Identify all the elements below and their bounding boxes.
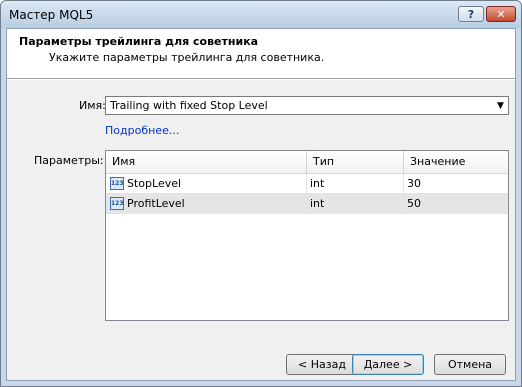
page-title: Параметры трейлинга для советника bbox=[19, 35, 259, 48]
int-param-icon: 123 bbox=[110, 177, 124, 190]
param-type-cell: int bbox=[307, 194, 404, 213]
wizard-window: Мастер MQL5 ? ✕ Параметры трейлинга для … bbox=[0, 0, 522, 387]
page-subtitle: Укажите параметры трейлинга для советник… bbox=[49, 51, 325, 64]
param-value-cell[interactable]: 30 bbox=[404, 174, 508, 193]
param-type-cell: int bbox=[307, 174, 404, 193]
param-name-cell[interactable]: 123 StopLevel bbox=[106, 174, 307, 193]
trailing-name-value: Trailing with fixed Stop Level bbox=[110, 99, 268, 112]
int-param-icon: 123 bbox=[110, 197, 124, 210]
close-icon: ✕ bbox=[496, 7, 506, 21]
param-name: StopLevel bbox=[127, 177, 182, 190]
help-icon: ? bbox=[467, 7, 475, 21]
help-button[interactable]: ? bbox=[458, 6, 484, 22]
param-name: ProfitLevel bbox=[127, 197, 185, 210]
dialog-body: Параметры трейлинга для советника Укажит… bbox=[6, 28, 516, 381]
table-row[interactable]: 123 ProfitLevel int 50 bbox=[106, 194, 508, 214]
parameters-label: Параметры: bbox=[34, 154, 104, 167]
close-button[interactable]: ✕ bbox=[486, 6, 516, 22]
parameters-table[interactable]: Имя Тип Значение 123 StopLevel int 30 12… bbox=[105, 150, 509, 321]
chevron-down-icon[interactable]: ▼ bbox=[493, 97, 508, 114]
trailing-name-select[interactable]: Trailing with fixed Stop Level ▼ bbox=[105, 96, 509, 115]
next-button[interactable]: Далее > bbox=[352, 354, 424, 375]
table-header: Имя Тип Значение bbox=[106, 151, 508, 174]
param-value-cell[interactable]: 50 bbox=[404, 194, 508, 213]
back-button[interactable]: < Назад bbox=[286, 354, 358, 375]
title-bar[interactable]: Мастер MQL5 ? ✕ bbox=[1, 1, 521, 28]
column-header-name[interactable]: Имя bbox=[106, 151, 307, 173]
more-info-link[interactable]: Подробнее... bbox=[105, 124, 179, 137]
column-header-type[interactable]: Тип bbox=[307, 151, 404, 173]
table-row[interactable]: 123 StopLevel int 30 bbox=[106, 174, 508, 194]
column-header-value[interactable]: Значение bbox=[404, 151, 508, 173]
header-divider bbox=[7, 79, 515, 80]
name-label: Имя: bbox=[79, 99, 106, 112]
cancel-button[interactable]: Отмена bbox=[434, 354, 506, 375]
wizard-header: Параметры трейлинга для советника Укажит… bbox=[7, 29, 515, 79]
window-title: Мастер MQL5 bbox=[9, 8, 94, 22]
param-name-cell[interactable]: 123 ProfitLevel bbox=[106, 194, 307, 213]
